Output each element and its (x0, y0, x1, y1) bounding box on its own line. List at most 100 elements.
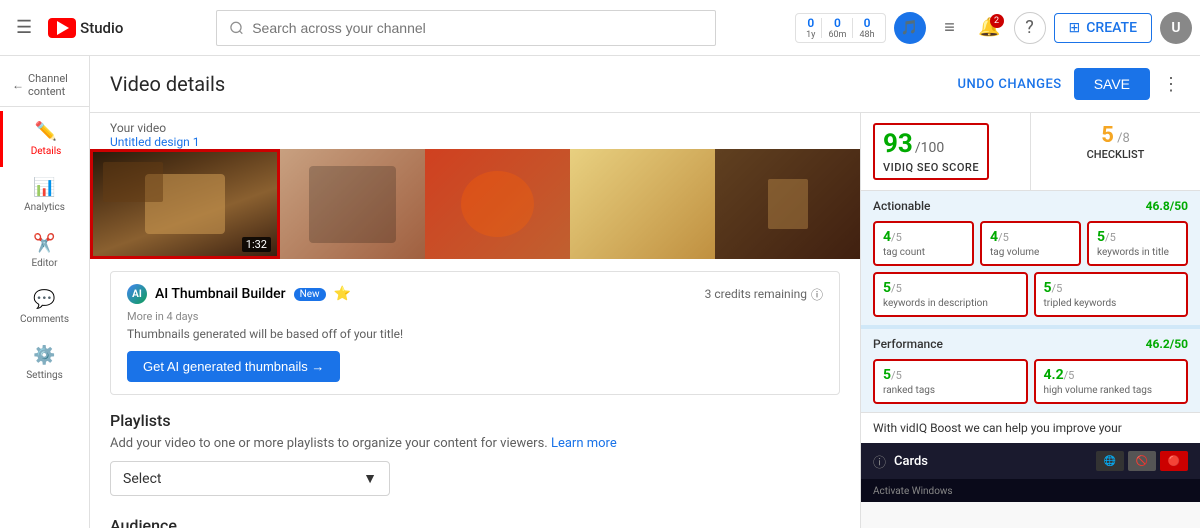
metric-ranked-tags-value: 5/5 (883, 367, 1018, 383)
channel-content-label: Channel content (28, 72, 77, 98)
your-video-text: Your video (110, 121, 166, 135)
back-to-channel[interactable]: ← Channel content (0, 64, 89, 107)
info-icon: ⓘ (811, 286, 823, 303)
notifications-icon[interactable]: 🔔 2 (974, 12, 1006, 44)
header: ☰ Studio 0 1y 0 60m 0 48h (0, 0, 1200, 56)
logo-area: Studio (48, 18, 123, 38)
menu-icon[interactable]: ☰ (8, 9, 40, 46)
save-button[interactable]: SAVE (1074, 68, 1150, 100)
playlists: Playlists Add your video to one or more … (110, 411, 840, 496)
sidebar-label-details: Details (31, 146, 62, 157)
metric-keywords-desc-value: 5/5 (883, 280, 1018, 296)
vidiq-panel: 93 /100 VIDIQ SEO SCORE 5 /8 CHECKLIST (860, 113, 1200, 528)
thumbnail-4[interactable] (570, 149, 715, 259)
play-icon (57, 21, 69, 35)
playlists-description: Add your video to one or more playlists … (110, 436, 840, 451)
card-icon-2: 🚫 (1128, 451, 1156, 471)
get-ai-thumbnails-button[interactable]: Get AI generated thumbnails → (127, 351, 340, 382)
undo-changes-button[interactable]: UNDO CHANGES (958, 77, 1062, 92)
stat-48h-value: 0 (864, 16, 871, 30)
sidebar-item-details[interactable]: ✏️ Details (0, 111, 89, 167)
sidebar-label-editor: Editor (32, 258, 58, 269)
ai-description: Thumbnails generated will be based off o… (127, 327, 823, 341)
metric-keywords-title-value: 5/5 (1097, 229, 1178, 245)
metric-ranked-tags-label: ranked tags (883, 385, 1018, 396)
stat-60m-label: 60m (828, 30, 846, 40)
performance-score: 46.2/50 (1146, 337, 1188, 351)
settings-icon: ⚙️ (33, 345, 55, 366)
content-area: Video details UNDO CHANGES SAVE ⋮ Your v… (90, 56, 1200, 528)
details-icon: ✏️ (35, 121, 57, 142)
ai-logo: AI (127, 284, 147, 304)
metric-tripled-keywords: 5/5 tripled keywords (1034, 272, 1189, 317)
sidebar-item-comments[interactable]: 💬 Comments (0, 279, 89, 335)
learn-more-link[interactable]: Learn more (551, 436, 617, 451)
seo-score-label: VIDIQ SEO SCORE (883, 161, 979, 174)
metric-tripled-label: tripled keywords (1044, 298, 1179, 309)
more-options-icon[interactable]: ⋮ (1162, 74, 1180, 95)
metric-tag-volume-label: tag volume (990, 247, 1071, 258)
actionable-score: 46.8/50 (1146, 199, 1188, 213)
star-icon: ⭐ (334, 286, 351, 302)
metric-tripled-value: 5/5 (1044, 280, 1179, 296)
sidebar-item-settings[interactable]: ⚙️ Settings (0, 335, 89, 391)
sidebar-item-analytics[interactable]: 📊 Analytics (0, 167, 89, 223)
header-actions: UNDO CHANGES SAVE ⋮ (958, 68, 1180, 100)
thumbnails-strip: 1:32 (90, 149, 860, 259)
credits-text: 3 credits remaining (705, 287, 807, 301)
sidebar-label-settings: Settings (26, 370, 63, 381)
menu-lines-icon[interactable]: ≡ (934, 12, 966, 44)
performance-section: Performance 46.2/50 5/5 ranked tags (861, 325, 1200, 412)
select-label: Select (123, 471, 161, 487)
stat-48h: 0 48h (855, 16, 878, 40)
profile-avatar[interactable]: U (1160, 12, 1192, 44)
create-button[interactable]: ⊞ CREATE (1054, 13, 1152, 43)
seo-header: 93 /100 VIDIQ SEO SCORE 5 /8 CHECKLIST (861, 113, 1200, 191)
seo-score-box: 93 /100 VIDIQ SEO SCORE (861, 113, 1031, 190)
comments-icon: 💬 (33, 289, 55, 310)
activate-windows: Activate Windows (861, 479, 1200, 502)
thumbnail-duration: 1:32 (242, 237, 271, 252)
search-icon (229, 20, 244, 36)
stat-60m: 0 60m (824, 16, 850, 40)
create-label: CREATE (1086, 20, 1137, 36)
video-name: Untitled design 1 (110, 135, 200, 149)
ai-builder-header: AI AI Thumbnail Builder New ⭐ 3 credits … (127, 284, 823, 304)
your-video-label: Your video Untitled design 1 (90, 113, 860, 149)
search-input[interactable] (252, 20, 703, 36)
thumbnail-2[interactable] (280, 149, 425, 259)
user-avatar[interactable]: 🎵 (894, 12, 926, 44)
form-column: Your video Untitled design 1 1:32 (90, 113, 860, 528)
playlists-title: Playlists (110, 411, 840, 430)
stat-48h-label: 48h (859, 30, 874, 40)
metric-keywords-desc-label: keywords in description (883, 298, 1018, 309)
playlists-section: Playlists Add your video to one or more … (90, 411, 860, 516)
thumbnail-5[interactable] (715, 149, 860, 259)
credits-info: 3 credits remaining ⓘ (705, 286, 823, 303)
metric-tag-count: 4/5 tag count (873, 221, 974, 266)
create-icon: ⊞ (1069, 20, 1081, 36)
sidebar-item-editor[interactable]: ✂️ Editor (0, 223, 89, 279)
metric-high-volume-label: high volume ranked tags (1044, 385, 1179, 396)
sidebar-label-analytics: Analytics (24, 202, 65, 213)
metric-keywords-title-label: keywords in title (1097, 247, 1178, 258)
actionable-label: Actionable 46.8/50 (873, 199, 1188, 213)
seo-score-main: 93 /100 (883, 129, 979, 159)
info-circle-icon: ⓘ (873, 452, 886, 471)
thumbnail-3[interactable] (425, 149, 570, 259)
checklist-score-line: 5 /8 (1043, 123, 1188, 148)
main-thumbnail[interactable]: 1:32 (90, 149, 280, 259)
actionable-metrics-grid: 4/5 tag count 4/5 tag volume (873, 221, 1188, 266)
ai-builder-title: AI Thumbnail Builder (155, 286, 286, 302)
activate-text: Activate Windows (873, 486, 953, 497)
checklist-box: 5 /8 CHECKLIST (1031, 113, 1200, 190)
help-icon[interactable]: ? (1014, 12, 1046, 44)
content-body: Your video Untitled design 1 1:32 (90, 113, 1200, 528)
actionable-section: Actionable 46.8/50 4/5 tag count 4/5 (861, 191, 1200, 325)
search-bar[interactable] (216, 10, 716, 46)
playlist-select[interactable]: Select ▼ (110, 461, 390, 496)
checklist-value: 5 (1101, 123, 1114, 148)
metric-ranked-tags: 5/5 ranked tags (873, 359, 1028, 404)
card-icon-3: 🔴 (1160, 451, 1188, 471)
main-layout: ← Channel content ✏️ Details 📊 Analytics… (0, 56, 1200, 528)
